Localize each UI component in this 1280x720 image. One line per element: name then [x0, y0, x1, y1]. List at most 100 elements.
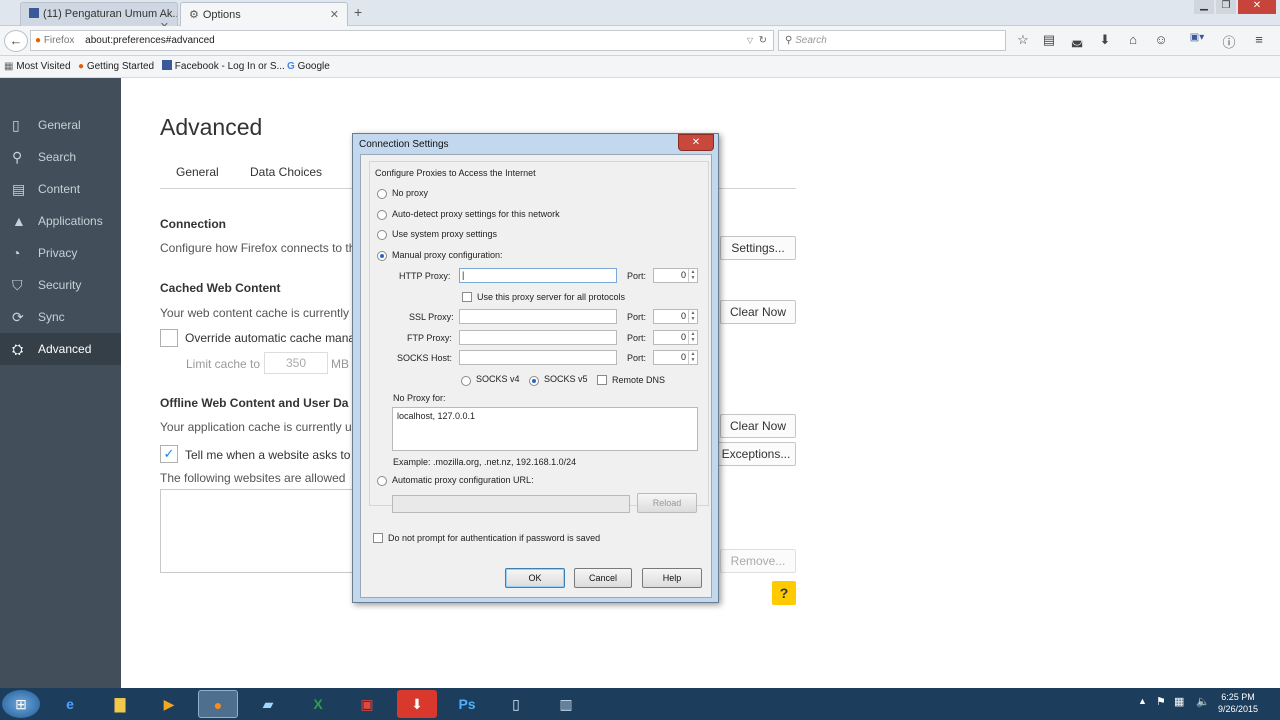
system-proxy-radio[interactable] — [377, 230, 387, 240]
clock-date: 9/26/2015 — [1218, 704, 1259, 714]
text-cursor: | — [462, 270, 465, 280]
auto-detect-radio[interactable] — [377, 210, 387, 220]
ok-button[interactable]: OK — [505, 568, 565, 588]
sidebar-item-privacy[interactable]: ◔ Privacy — [0, 237, 121, 269]
no-proxy-radio[interactable] — [377, 189, 387, 199]
addon-icon[interactable]: ▣▾ — [1184, 32, 1210, 50]
file-explorer-icon[interactable]: ▇ — [100, 690, 140, 718]
tab-bar: (11) Pengaturan Umum Ak...✕ ⚙Options✕ + … — [0, 0, 1280, 26]
new-tab-button[interactable]: + — [354, 4, 362, 20]
auto-proxy-url-input[interactable] — [392, 495, 630, 513]
no-prompt-checkbox[interactable] — [373, 533, 383, 543]
menu-icon[interactable]: ≡ — [1250, 32, 1268, 50]
pocket-icon[interactable]: ◛ — [1068, 32, 1086, 50]
dropdown-arrow-icon[interactable]: ▽ — [747, 31, 753, 50]
sidebar-item-general[interactable]: ▯ General — [0, 109, 121, 141]
sidebar-item-advanced[interactable]: ⛭ Advanced — [0, 333, 121, 365]
close-window-button[interactable]: ✕ — [1238, 0, 1276, 14]
cache-size-input[interactable]: 350 — [264, 352, 328, 374]
home-icon[interactable]: ⌂ — [1124, 32, 1142, 50]
port-spinner[interactable]: ▲ ▼ — [688, 331, 697, 344]
offline-websites-list[interactable] — [160, 489, 360, 573]
show-hidden-icons[interactable]: ▲ — [1138, 696, 1147, 706]
socks-port-label: Port: — [627, 353, 647, 363]
sidebar-item-content[interactable]: ▤ Content — [0, 173, 121, 205]
bookmark-getting-started[interactable]: ● Getting Started — [78, 56, 154, 78]
remove-button[interactable]: Remove... — [720, 549, 796, 573]
tab-pengaturan[interactable]: (11) Pengaturan Umum Ak...✕ — [20, 2, 178, 26]
http-port-input[interactable]: 0 ▲ ▼ — [653, 268, 698, 283]
help-button[interactable]: ? — [772, 581, 796, 605]
sidebar-item-search[interactable]: ⚲ Search — [0, 141, 121, 173]
bookmark-google[interactable]: G Google — [287, 56, 330, 78]
bookmark-most-visited[interactable]: ▦ Most Visited — [4, 56, 71, 78]
clear-offline-button[interactable]: Clear Now — [720, 414, 796, 438]
reload-icon[interactable]: ↻ — [759, 31, 767, 50]
system-clock[interactable]: 6:25 PM 9/26/2015 — [1218, 691, 1258, 715]
socks5-label: SOCKS v5 — [544, 374, 588, 384]
port-spinner[interactable]: ▲ ▼ — [688, 269, 697, 282]
media-player-icon[interactable]: ▶ — [149, 690, 189, 718]
remote-dns-checkbox[interactable] — [597, 375, 607, 385]
reload-button[interactable]: Reload — [637, 493, 697, 513]
firefox-taskbar-icon[interactable]: ● — [198, 690, 238, 718]
download-manager-icon[interactable]: ⬇ — [397, 690, 437, 718]
http-proxy-input[interactable]: | — [459, 268, 617, 283]
download-icon[interactable]: ⬇ — [1096, 32, 1114, 50]
dialog-help-button[interactable]: Help — [642, 568, 702, 588]
no-proxy-for-textarea[interactable]: localhost, 127.0.0.1 — [392, 407, 698, 451]
clear-cache-button[interactable]: Clear Now — [720, 300, 796, 324]
star-icon[interactable]: ☆ — [1014, 32, 1032, 50]
cancel-button[interactable]: Cancel — [574, 568, 632, 588]
tell-me-checkbox[interactable]: ✓ — [160, 445, 178, 463]
hello-icon[interactable]: ☺ — [1152, 32, 1170, 50]
excel-icon[interactable]: X — [298, 690, 338, 718]
start-button[interactable]: ⊞ — [2, 690, 40, 718]
same-proxy-checkbox[interactable] — [462, 292, 472, 302]
ftp-port-input[interactable]: 0 ▲ ▼ — [653, 330, 698, 345]
maximize-button[interactable]: ❐ — [1216, 0, 1236, 14]
socks5-radio[interactable] — [529, 376, 539, 386]
gear-icon: ⚙ — [189, 9, 199, 21]
flag-icon[interactable]: ⚑ — [1156, 695, 1166, 708]
port-spinner[interactable]: ▲ ▼ — [688, 351, 697, 364]
sidebar-item-sync[interactable]: ⟳ Sync — [0, 301, 121, 333]
subtab-general[interactable]: General — [176, 165, 219, 179]
ftp-proxy-input[interactable] — [459, 330, 617, 345]
same-proxy-label: Use this proxy server for all protocols — [477, 292, 626, 302]
socks-port-input[interactable]: 0 ▲ ▼ — [653, 350, 698, 365]
ssl-port-input[interactable]: 0 ▲ ▼ — [653, 309, 698, 324]
back-button[interactable]: ← — [4, 30, 28, 52]
socks-host-input[interactable] — [459, 350, 617, 365]
auto-proxy-url-radio[interactable] — [377, 476, 387, 486]
document-icon[interactable]: ▯ — [496, 690, 536, 718]
sidebar-item-security[interactable]: ⛉ Security — [0, 269, 121, 301]
tab-options[interactable]: ⚙ Options ✕ — [180, 2, 348, 26]
port-spinner[interactable]: ▲ ▼ — [688, 310, 697, 323]
search-icon: ⚲ — [12, 149, 23, 165]
url-bar[interactable]: ● Firefox about:preferences#advanced ↻ ▽ — [30, 30, 774, 51]
reading-list-icon[interactable]: ▤ — [1040, 32, 1058, 50]
internet-explorer-icon[interactable]: e — [50, 690, 90, 718]
manual-proxy-radio[interactable] — [377, 251, 387, 261]
pdf-icon[interactable]: ▣ — [347, 690, 387, 718]
info-icon[interactable]: ⓘ — [1220, 32, 1238, 50]
network-icon[interactable]: ▦ — [1174, 695, 1184, 708]
sidebar-item-applications[interactable]: ▲ Applications — [0, 205, 121, 237]
dialog-close-button[interactable]: ✕ — [678, 134, 714, 151]
exceptions-button[interactable]: Exceptions... — [716, 442, 796, 466]
override-cache-checkbox[interactable] — [160, 329, 178, 347]
video-icon[interactable]: ▥ — [546, 690, 586, 718]
volume-icon[interactable]: 🔈 — [1196, 695, 1210, 708]
connection-settings-button[interactable]: Settings... — [720, 236, 796, 260]
notepad-icon[interactable]: ▰ — [248, 690, 288, 718]
search-input[interactable]: ⚲ Search — [778, 30, 1006, 51]
subtab-data-choices[interactable]: Data Choices — [250, 165, 322, 179]
bookmark-facebook[interactable]: Facebook - Log In or S... — [162, 56, 285, 78]
ssl-proxy-input[interactable] — [459, 309, 617, 324]
close-tab-icon[interactable]: ✕ — [330, 8, 339, 21]
socks4-radio[interactable] — [461, 376, 471, 386]
photoshop-icon[interactable]: Ps — [447, 690, 487, 718]
minimize-button[interactable]: ▁ — [1194, 0, 1214, 14]
remote-dns-label: Remote DNS — [612, 375, 666, 385]
